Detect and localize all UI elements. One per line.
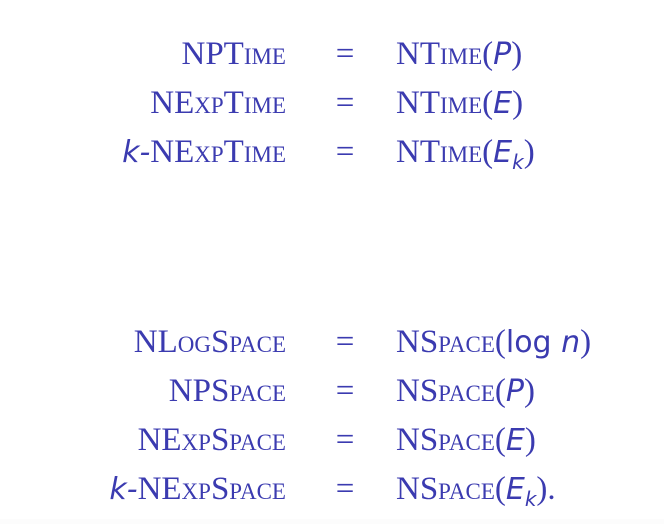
complexity-class-name: NExpTime — [150, 85, 286, 121]
complexity-class-name: NLogSpace — [133, 324, 286, 360]
complexity-class-name: NExpSpace — [137, 422, 286, 458]
space-complexity-block: NLogSpace = NSpace(log n) NPSpace = NSpa… — [0, 318, 664, 514]
complexity-class-name: NExpSpace — [137, 471, 286, 507]
equation-lhs: NLogSpace — [134, 318, 286, 367]
equation-lhs: NPSpace — [169, 367, 286, 416]
equation-row: k-NExpTime = NTime(Ek) — [0, 128, 664, 177]
equation-row: NLogSpace = NSpace(log n) — [0, 318, 664, 367]
equation-row: NPSpace = NSpace(P) — [0, 367, 664, 416]
equals-sign: = — [335, 324, 355, 360]
equals-sign: = — [335, 373, 355, 409]
equals-sign: = — [335, 85, 355, 121]
equation-row: NPTime = NTime(P) — [0, 30, 664, 79]
complexity-class-name: NPSpace — [168, 373, 286, 409]
complexity-class-name: NExpTime — [150, 134, 286, 170]
equals-sign: = — [335, 422, 355, 458]
equation-lhs: NExpTime — [150, 79, 286, 128]
equation-row: NExpTime = NTime(E) — [0, 79, 664, 128]
equation-row: k-NExpSpace = NSpace(Ek). — [0, 465, 664, 514]
equation-rhs: NSpace(Ek). — [396, 471, 556, 511]
equals-sign: = — [335, 134, 355, 170]
log-argument: log n — [505, 325, 581, 360]
equals-sign: = — [335, 36, 355, 72]
equation-lhs: NExpSpace — [138, 416, 286, 465]
complexity-class-name: NPTime — [181, 36, 286, 72]
slide: NPTime = NTime(P) NExpTime = NTime(E) k-… — [0, 0, 664, 519]
equation-lhs: NPTime — [181, 30, 286, 79]
equation-row: NExpSpace = NSpace(E) — [0, 416, 664, 465]
equals-sign: = — [335, 471, 355, 507]
time-complexity-block: NPTime = NTime(P) NExpTime = NTime(E) k-… — [0, 30, 664, 177]
equation-rhs: NTime(Ek) — [396, 134, 535, 174]
equation-lhs: k-NExpSpace — [109, 471, 286, 507]
equation-lhs: k-NExpTime — [122, 134, 286, 170]
